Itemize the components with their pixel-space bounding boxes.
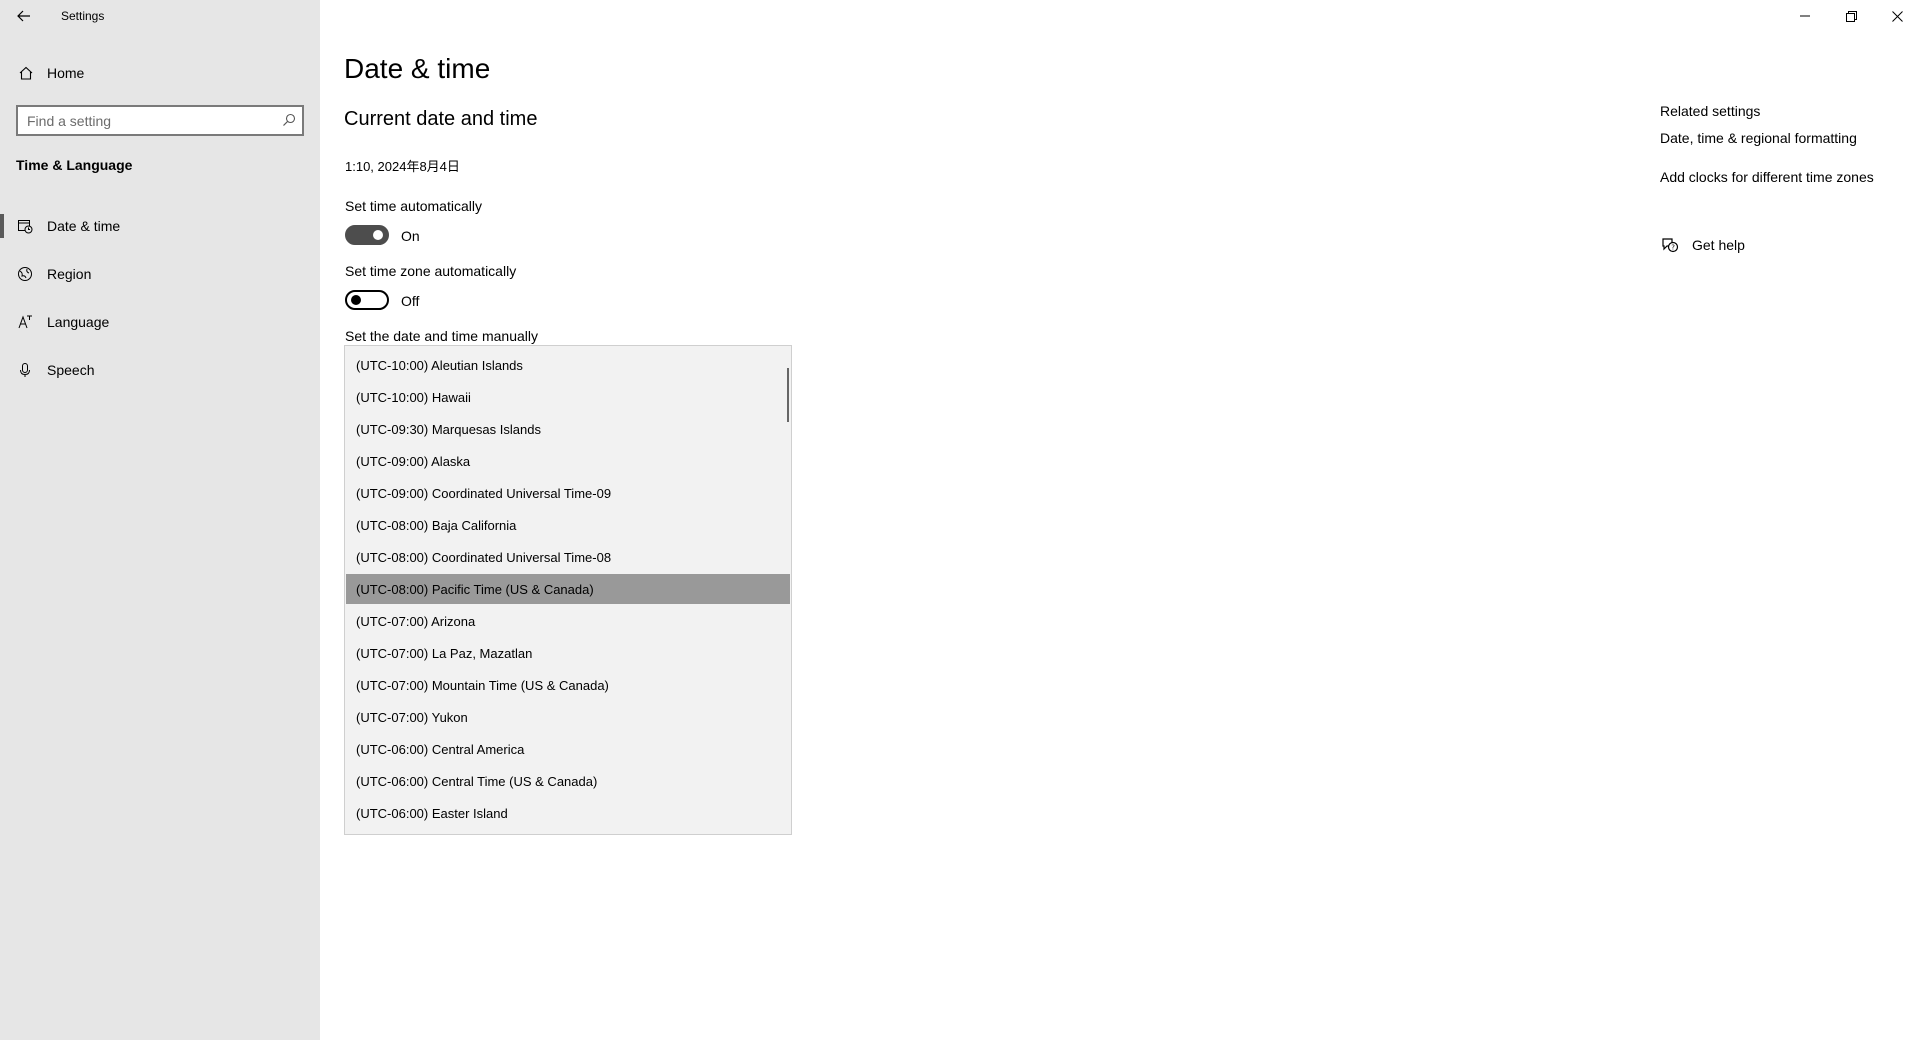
svg-text:?: ? xyxy=(1671,244,1675,252)
set-tz-auto-toggle[interactable] xyxy=(345,290,389,310)
timezone-option-selected[interactable]: (UTC-08:00) Pacific Time (US & Canada) xyxy=(346,574,790,604)
close-button[interactable] xyxy=(1874,0,1920,32)
calendar-clock-icon xyxy=(16,217,34,235)
sidebar-item-label: Home xyxy=(47,65,85,81)
set-time-auto-state: On xyxy=(401,228,420,244)
sidebar-item-label: Speech xyxy=(47,362,95,378)
timezone-option[interactable]: (UTC-07:00) Mountain Time (US & Canada) xyxy=(346,670,790,700)
timezone-option[interactable]: (UTC-07:00) La Paz, Mazatlan xyxy=(346,638,790,668)
toggle-knob xyxy=(373,230,383,240)
get-help-label: Get help xyxy=(1692,237,1745,253)
back-button[interactable] xyxy=(8,2,40,30)
sidebar-item-home[interactable]: Home xyxy=(0,56,320,90)
search-box xyxy=(16,105,304,136)
sidebar-item-date-time[interactable]: Date & time xyxy=(0,206,320,246)
related-settings-title: Related settings xyxy=(1660,103,1761,119)
sidebar: Settings Home Time & Language Date & tim… xyxy=(0,0,320,1040)
timezone-option[interactable]: (UTC-06:00) Central Time (US & Canada) xyxy=(346,766,790,796)
back-arrow-icon xyxy=(17,10,30,22)
language-icon xyxy=(16,313,34,331)
timezone-option[interactable]: (UTC-09:30) Marquesas Islands xyxy=(346,414,790,444)
sidebar-item-label: Region xyxy=(47,266,92,282)
chat-help-icon: ? xyxy=(1660,235,1680,255)
timezone-option[interactable]: (UTC-10:00) Hawaii xyxy=(346,382,790,412)
section-title: Time & Language xyxy=(16,157,133,173)
timezone-option[interactable]: (UTC-09:00) Alaska xyxy=(346,446,790,476)
restore-button[interactable] xyxy=(1828,0,1874,32)
search-input[interactable] xyxy=(18,107,268,134)
timezone-option[interactable]: (UTC-09:00) Coordinated Universal Time-0… xyxy=(346,478,790,508)
timezone-option[interactable]: (UTC-08:00) Coordinated Universal Time-0… xyxy=(346,542,790,572)
set-tz-auto-label: Set time zone automatically xyxy=(345,263,517,279)
sidebar-item-label: Date & time xyxy=(47,218,121,234)
current-date-time: 1:10, 2024年8月4日 xyxy=(345,159,460,174)
timezone-option[interactable]: (UTC-07:00) Yukon xyxy=(346,702,790,732)
set-tz-auto-state: Off xyxy=(401,293,420,309)
microphone-icon xyxy=(16,361,34,379)
set-time-auto-label: Set time automatically xyxy=(345,198,482,214)
app-title: Settings xyxy=(61,9,105,23)
timezone-option[interactable]: (UTC-10:00) Aleutian Islands xyxy=(346,350,790,380)
restore-icon xyxy=(1845,10,1857,22)
sidebar-item-language[interactable]: Language xyxy=(0,302,320,342)
search-icon[interactable] xyxy=(282,113,296,127)
main-content: Date & time Current date and time 1:10, … xyxy=(320,0,1920,1040)
sidebar-item-speech[interactable]: Speech xyxy=(0,350,320,390)
close-icon xyxy=(1891,10,1903,22)
set-time-auto-toggle[interactable] xyxy=(345,225,389,245)
sidebar-item-region[interactable]: Region xyxy=(0,254,320,294)
toggle-knob xyxy=(351,295,361,305)
page-title: Date & time xyxy=(344,53,491,84)
regional-formatting-link[interactable]: Date, time & regional formatting xyxy=(1660,130,1857,146)
selection-indicator xyxy=(0,214,4,238)
add-clocks-link[interactable]: Add clocks for different time zones xyxy=(1660,169,1874,185)
minimize-button[interactable] xyxy=(1782,0,1828,32)
globe-icon xyxy=(16,265,34,283)
timezone-dropdown-list[interactable]: (UTC-10:00) Aleutian Islands (UTC-10:00)… xyxy=(344,345,792,835)
home-icon xyxy=(17,64,35,82)
timezone-option[interactable]: (UTC-06:00) Easter Island xyxy=(346,798,790,828)
minimize-icon xyxy=(1800,15,1810,17)
timezone-option[interactable]: (UTC-06:00) Central America xyxy=(346,734,790,764)
timezone-option[interactable]: (UTC-07:00) Arizona xyxy=(346,606,790,636)
sidebar-item-label: Language xyxy=(47,314,110,330)
timezone-option[interactable]: (UTC-08:00) Baja California xyxy=(346,510,790,540)
get-help-link[interactable]: ? Get help xyxy=(1660,233,1745,257)
section-heading: Current date and time xyxy=(344,108,538,130)
manual-time-label: Set the date and time manually xyxy=(345,328,539,344)
scrollbar-thumb[interactable] xyxy=(787,368,789,422)
